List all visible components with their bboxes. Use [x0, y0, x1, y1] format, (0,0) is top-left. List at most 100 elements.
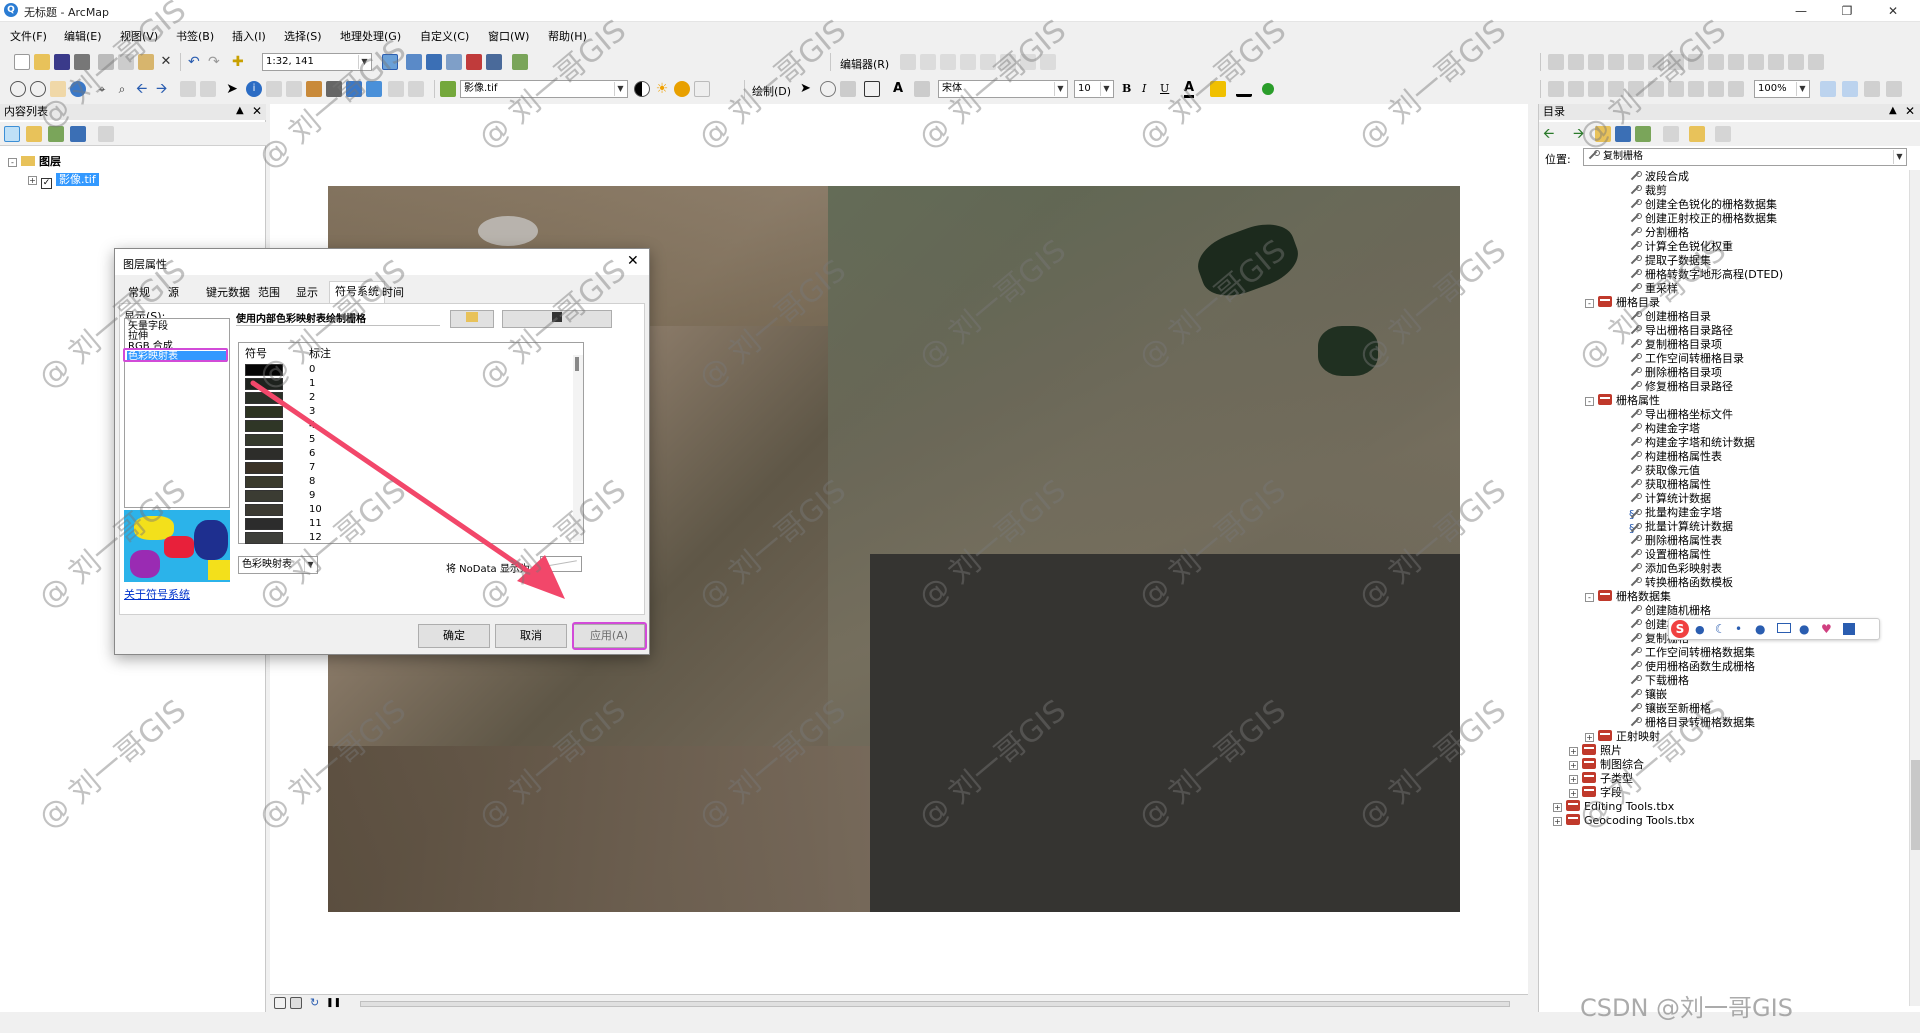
horizontal-scrollbar[interactable] — [360, 1001, 1510, 1007]
catalog-item[interactable]: 波段合成 — [1629, 170, 1689, 184]
catalog-item[interactable]: - 栅格目录 — [1585, 296, 1660, 310]
focus-data-frame-icon[interactable] — [1748, 54, 1764, 70]
layout-tool-5-icon[interactable] — [1628, 81, 1644, 97]
select-by-graphics-icon[interactable] — [180, 81, 196, 97]
catalog-item[interactable]: 获取栅格属性 — [1629, 478, 1711, 492]
layout-tool-4-icon[interactable] — [1608, 81, 1624, 97]
catalog-pin-icon[interactable]: ▲ — [1889, 105, 1897, 116]
add-data-icon[interactable]: ✚ — [232, 54, 248, 70]
menu-help[interactable]: 帮助(H) — [548, 28, 587, 44]
catalog-item[interactable]: - 栅格数据集 — [1585, 590, 1671, 604]
catalog-item[interactable]: 工作空间转栅格数据集 — [1629, 646, 1755, 660]
zoom-in-icon[interactable] — [10, 81, 26, 97]
menu-insert[interactable]: 插入(I) — [232, 28, 266, 44]
table-scrollbar[interactable] — [573, 355, 583, 541]
colormap-row[interactable]: 1 — [239, 377, 569, 391]
save-icon[interactable] — [54, 54, 70, 70]
layout-tool-3-icon[interactable] — [1588, 81, 1604, 97]
color-swatch[interactable] — [245, 518, 283, 530]
catalog-item[interactable]: 镶嵌 — [1629, 688, 1667, 702]
viewer-window-icon[interactable] — [408, 81, 424, 97]
tab-6[interactable]: 时间 — [377, 283, 409, 303]
import-button[interactable] — [450, 310, 494, 328]
catalog-item[interactable]: + 制图综合 — [1569, 758, 1644, 772]
colormap-row[interactable]: 11 — [239, 517, 569, 531]
draw-menu[interactable]: 绘制(D) — [752, 83, 791, 99]
expand-icon[interactable]: + — [1569, 747, 1578, 756]
draw-select-icon[interactable]: ➤ — [800, 81, 816, 97]
catalog-item[interactable]: 导出栅格坐标文件 — [1629, 408, 1733, 422]
edit-vertices-icon[interactable] — [914, 81, 930, 97]
catalog-item[interactable]: 导出栅格目录路径 — [1629, 324, 1733, 338]
underline-button[interactable]: U — [1160, 82, 1169, 95]
brightness-icon[interactable]: ☀ — [654, 81, 670, 97]
layout-tool-10-icon[interactable] — [1728, 81, 1744, 97]
menu-geoprocessing[interactable]: 地理处理(G) — [340, 28, 401, 44]
layout-tool-7-icon[interactable] — [1668, 81, 1684, 97]
layout-view-icon[interactable] — [290, 997, 302, 1009]
catalog-item[interactable]: 创建随机栅格 — [1629, 604, 1711, 618]
identify-icon[interactable]: i — [246, 81, 262, 97]
arctoolbox-icon[interactable] — [466, 54, 482, 70]
catalog-item[interactable]: 构建金字塔和统计数据 — [1629, 436, 1755, 450]
layout-tool-11-icon[interactable] — [1820, 81, 1836, 97]
menu-selection[interactable]: 选择(S) — [284, 28, 322, 44]
catalog-window-icon[interactable] — [426, 54, 442, 70]
save-colormap-button[interactable] — [502, 310, 612, 328]
swipe-icon[interactable] — [694, 81, 710, 97]
catalog-item[interactable]: 使用栅格函数生成栅格 — [1629, 660, 1755, 674]
expand-icon[interactable]: + — [1553, 803, 1562, 812]
rotate-element-icon[interactable] — [820, 81, 836, 97]
toggle-draft-icon[interactable] — [1728, 54, 1744, 70]
editor-menu[interactable]: 编辑器(R) — [840, 56, 889, 72]
color-swatch[interactable] — [245, 448, 283, 460]
marker-color-icon[interactable] — [1262, 83, 1274, 95]
toc-pin-icon[interactable]: ▲ — [236, 105, 244, 116]
ok-button[interactable]: 确定 — [418, 624, 490, 648]
expand-icon[interactable]: + — [1569, 761, 1578, 770]
colormap-row[interactable]: 9 — [239, 489, 569, 503]
python-window-icon[interactable] — [486, 54, 502, 70]
close-button[interactable]: ✕ — [1870, 0, 1916, 22]
expand-icon[interactable]: + — [1585, 733, 1594, 742]
list-by-drawing-order-icon[interactable] — [4, 126, 20, 142]
layout-tool-9-icon[interactable] — [1708, 81, 1724, 97]
transparency-icon[interactable] — [674, 81, 690, 97]
color-swatch[interactable] — [245, 490, 283, 502]
next-extent-layout-icon[interactable] — [1708, 54, 1724, 70]
catalog-item[interactable]: 裁剪 — [1629, 184, 1667, 198]
select-elements-icon[interactable]: ➤ — [224, 81, 240, 97]
catalog-item[interactable]: 构建栅格属性表 — [1629, 450, 1722, 464]
pause-drawing-icon[interactable]: ❚❚ — [326, 997, 341, 1009]
layout-tool-12-icon[interactable] — [1842, 81, 1858, 97]
catalog-item[interactable]: 下载栅格 — [1629, 674, 1689, 688]
ime-menu-icon[interactable] — [1843, 623, 1855, 635]
menu-file[interactable]: 文件(F) — [10, 28, 47, 44]
ime-moon-icon[interactable]: ☾ — [1715, 622, 1726, 636]
bold-button[interactable]: B — [1122, 82, 1131, 95]
search-window-icon[interactable] — [446, 54, 462, 70]
zoom-to-selected-elements-icon[interactable] — [840, 81, 856, 97]
contrast-icon[interactable] — [634, 81, 650, 97]
color-swatch[interactable] — [245, 462, 283, 474]
clear-selection-icon[interactable] — [200, 81, 216, 97]
color-swatch[interactable] — [245, 476, 283, 488]
expand-icon[interactable]: + — [1569, 775, 1578, 784]
colormap-row[interactable]: 5 — [239, 433, 569, 447]
catalog-close-icon[interactable]: ✕ — [1905, 104, 1915, 118]
refresh-icon[interactable]: ↻ — [310, 997, 322, 1009]
minimize-button[interactable]: — — [1778, 0, 1824, 22]
colormap-row[interactable]: 4 — [239, 419, 569, 433]
colormap-row[interactable]: 0 — [239, 363, 569, 377]
menu-bookmarks[interactable]: 书签(B) — [176, 28, 214, 44]
measure-icon[interactable] — [306, 81, 322, 97]
catalog-item[interactable]: + 正射映射 — [1585, 730, 1660, 744]
cut-icon[interactable] — [98, 54, 114, 70]
sketch-properties-icon[interactable] — [1020, 54, 1036, 70]
zoom-100-icon[interactable] — [1628, 54, 1644, 70]
views-icon[interactable] — [1663, 126, 1679, 142]
color-swatch[interactable] — [245, 504, 283, 516]
layout-tool-8-icon[interactable] — [1688, 81, 1704, 97]
colormap-row[interactable]: 8 — [239, 475, 569, 489]
catalog-item[interactable]: 镶嵌至新栅格 — [1629, 702, 1711, 716]
